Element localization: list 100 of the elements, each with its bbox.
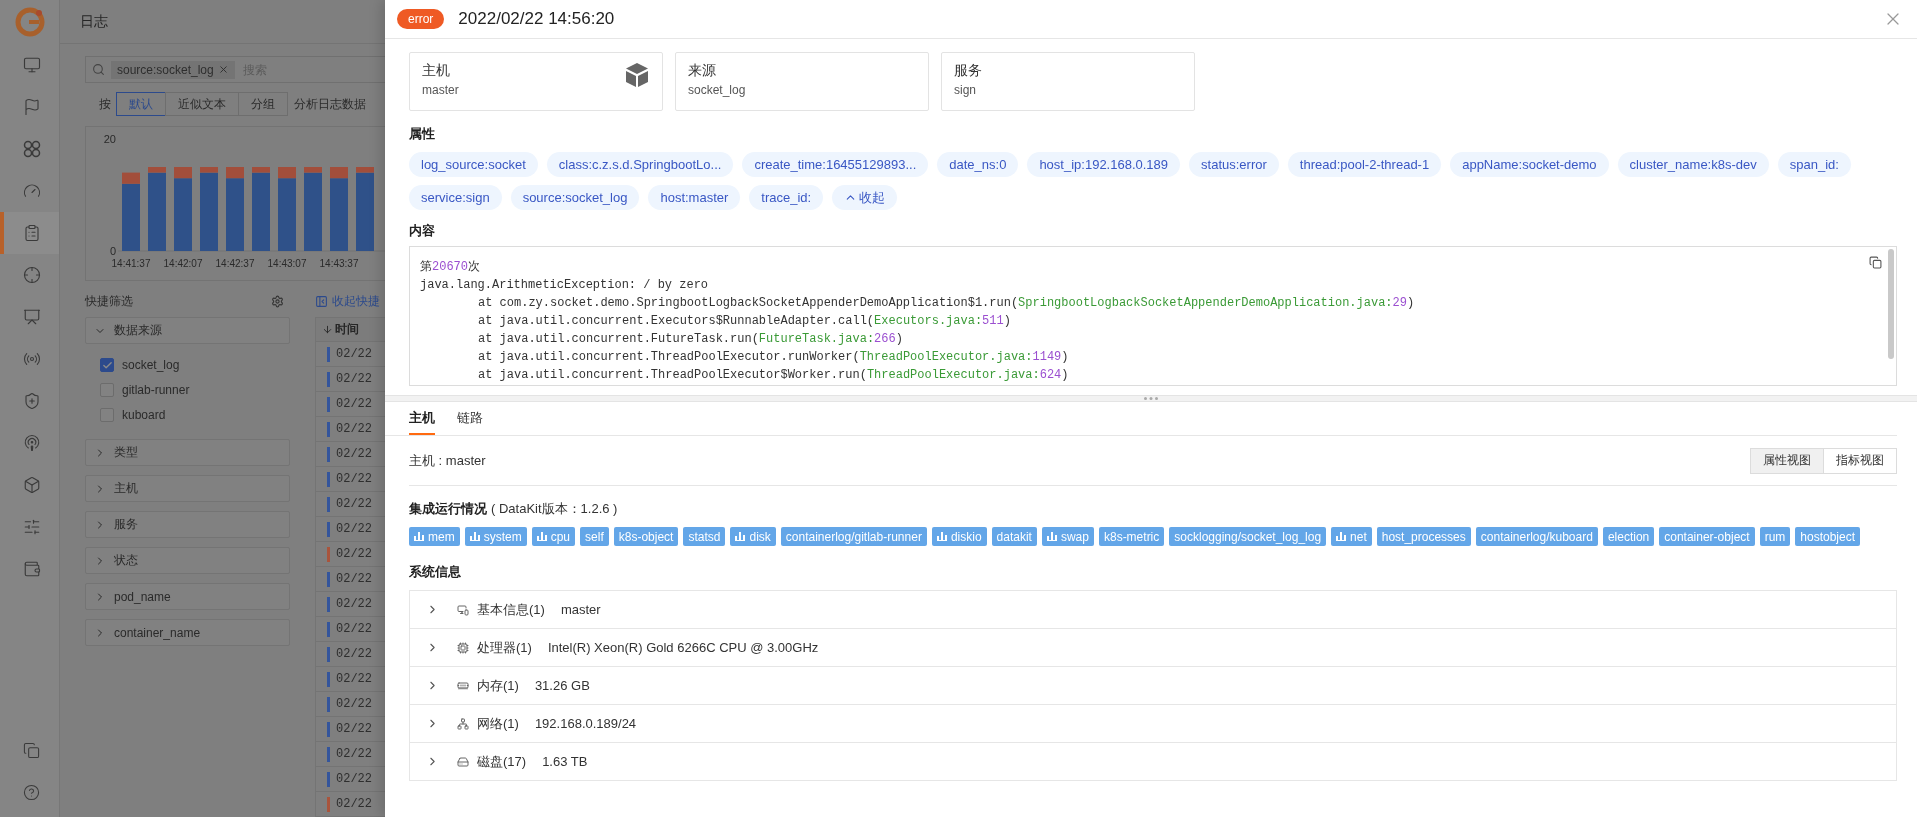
option-label: kuboard (122, 408, 166, 422)
tab[interactable]: 链路 (457, 402, 483, 435)
code-line: at java.util.concurrent.Executors$RunnableAdapter.call(Executors.java:511) (477, 313, 1011, 330)
system-info-row[interactable]: 磁盘(17) 1.63 TB (410, 743, 1896, 781)
attribute-tag: appName:socket-demo (1450, 152, 1609, 177)
filter-group-toggle[interactable]: 数据来源 (85, 317, 290, 344)
card-label: 服务 (954, 62, 982, 80)
axis-label: 14:43:37 (319, 258, 359, 269)
chart-board-icon (22, 308, 41, 326)
view-toggle-button[interactable]: 指标视图 (1823, 447, 1897, 474)
bar-chart-icon (469, 532, 480, 541)
table-cell: 02/22 (336, 572, 372, 586)
cube-icon (624, 62, 650, 88)
card-value: sign (954, 83, 977, 97)
collapse-link[interactable]: 收起快捷 (332, 292, 380, 310)
table-cell: 02/22 (336, 397, 372, 411)
filter-group-toggle[interactable]: 服务 (85, 511, 290, 538)
tab[interactable]: 主机 (409, 402, 435, 435)
monitor-icon (22, 56, 41, 74)
help-icon (23, 783, 40, 801)
network-icon (457, 717, 469, 730)
filter-group-toggle[interactable]: 状态 (85, 547, 290, 574)
row-label: 磁盘(17) (477, 752, 527, 771)
section-title: 内容 (409, 222, 435, 240)
copy-icon (23, 741, 40, 759)
filter-group-toggle[interactable]: 主机 (85, 475, 290, 502)
view-toggle-button[interactable]: 属性视图 (1750, 447, 1824, 474)
filter-group-toggle[interactable]: pod_name (85, 583, 290, 610)
table-cell: 02/22 (336, 747, 372, 761)
section-title: 属性 (409, 125, 435, 143)
segment-button[interactable]: 分组 (238, 92, 288, 116)
copy-button[interactable] (1869, 256, 1882, 269)
card-label: 主机 (422, 62, 451, 80)
integration-tag: swap (1041, 527, 1094, 546)
checkbox[interactable] (100, 358, 114, 372)
hard-drive-icon (457, 755, 469, 768)
filter-tag[interactable]: source:socket_log (111, 60, 235, 79)
resize-handle[interactable] (385, 395, 1917, 402)
broadcast-icon (22, 350, 41, 368)
card-label: 来源 (688, 62, 717, 80)
nav-button[interactable] (0, 212, 59, 254)
option-label: socket_log (122, 358, 180, 372)
option-label: gitlab-runner (122, 383, 190, 397)
table-cell: 02/22 (336, 597, 372, 611)
row-label: 网络(1) (477, 714, 519, 733)
attribute-tag: cluster_name:k8s-dev (1617, 152, 1769, 177)
filter-group-toggle[interactable]: 类型 (85, 439, 290, 466)
table-cell: 02/22 (336, 422, 372, 436)
code-line: at java.util.concurrent.ThreadPoolExecutor.runWorker(ThreadPoolExecutor.java:1149) (477, 349, 1069, 366)
integration-tag: k8s-object (613, 527, 679, 546)
system-info-row[interactable]: 基本信息(1) master (410, 591, 1896, 629)
axis-label: 14:42:07 (163, 258, 203, 269)
close-icon[interactable] (217, 64, 229, 75)
integration-tag: containerlog/gitlab-runner (780, 527, 927, 546)
attribute-tag: date_ns:0 (937, 152, 1019, 177)
collapse-button[interactable]: 收起 (832, 185, 898, 210)
gauge-icon (22, 182, 41, 200)
podcast-icon (22, 434, 41, 452)
box-icon (22, 476, 41, 494)
scrollbar[interactable] (1888, 249, 1894, 359)
table-cell: 02/22 (336, 647, 372, 661)
integration-title: 集成运行情况 (409, 500, 487, 518)
shield-plus-icon (22, 392, 41, 410)
axis-label: 0 (109, 245, 116, 257)
wallet-icon (22, 560, 41, 578)
attribute-tag: class:c.z.s.d.SpringbootLo... (546, 152, 734, 177)
sort-arrow-icon (322, 324, 333, 335)
table-cell: 02/22 (336, 672, 372, 686)
settings-icon[interactable] (271, 294, 284, 308)
segment-button[interactable]: 近似文本 (165, 92, 239, 116)
drawer-title: 2022/02/22 14:56:20 (458, 9, 615, 29)
integration-tag: container-object (1659, 527, 1755, 546)
table-cell: 02/22 (336, 722, 372, 736)
system-info-row[interactable]: 网络(1) 192.168.0.189/24 (410, 705, 1896, 743)
section-title: 系统信息 (409, 563, 461, 581)
group-by-label: 按 (99, 95, 111, 113)
integration-tag: datakit (991, 527, 1037, 546)
attribute-tag: create_time:16455129893... (742, 152, 929, 177)
row-value: Intel(R) Xeon(R) Gold 6266C CPU @ 3.00GHz (547, 640, 819, 655)
crosshair-icon (22, 266, 41, 284)
host-label: 主机 : master (409, 451, 486, 470)
table-cell: 02/22 (336, 547, 372, 561)
row-value: 31.26 GB (534, 678, 590, 693)
table-header[interactable]: 时间 (315, 317, 385, 342)
filter-group-toggle[interactable]: container_name (85, 619, 290, 646)
sliders-icon (22, 518, 41, 536)
attribute-tag: source:socket_log (510, 185, 640, 210)
system-info-row[interactable]: 处理器(1) Intel(R) Xeon(R) Gold 6266C CPU @ 3.00GHz (410, 629, 1896, 667)
table-cell: 02/22 (336, 347, 372, 361)
search-icon (92, 63, 105, 76)
bar-chart-icon (936, 532, 947, 541)
panel-collapse-icon[interactable] (315, 294, 328, 308)
table-cell: 02/22 (336, 522, 372, 536)
segment-button[interactable]: 默认 (116, 92, 166, 116)
page-title: 日志 (80, 12, 108, 31)
integration-tag: self (580, 527, 609, 546)
card-value: socket_log (688, 83, 746, 97)
system-info-row[interactable]: 内存(1) 31.26 GB (410, 667, 1896, 705)
devices-icon (457, 603, 469, 616)
row-value: 192.168.0.189/24 (534, 716, 637, 731)
